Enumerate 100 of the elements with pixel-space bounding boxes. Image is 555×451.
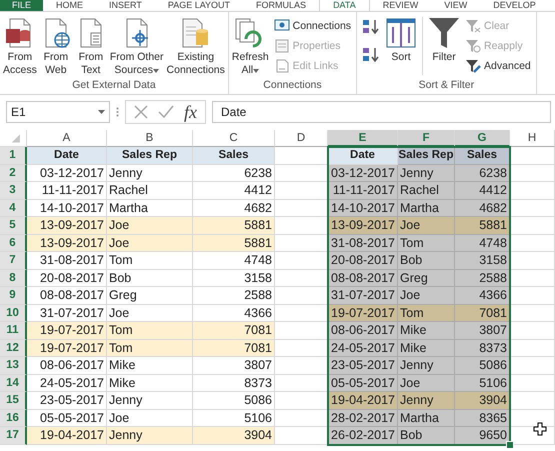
table-cell: 3158	[193, 270, 275, 287]
insert-function-button[interactable]: fx	[184, 102, 197, 122]
sort-descending-icon[interactable]	[362, 47, 380, 63]
table-cell: 24-05-2017	[27, 374, 107, 392]
row-header[interactable]: 11	[0, 322, 27, 340]
ribbon-button[interactable]: Advanced	[463, 57, 533, 75]
table-cell: Jenny	[107, 427, 193, 444]
ribbon-tab[interactable]: REVIEW	[370, 0, 432, 11]
table-cell: 7081	[455, 304, 510, 322]
table-cell: 19-04-2017	[27, 427, 107, 444]
row-header[interactable]: 2	[0, 164, 27, 182]
ribbon-button[interactable]: Filter	[427, 17, 462, 64]
table-cell: Martha	[398, 200, 455, 217]
ribbon-tab[interactable]: FORMULAS	[243, 0, 320, 11]
table-cell: 24-05-2017	[328, 340, 398, 357]
table-cell: 8373	[455, 340, 510, 357]
row-header[interactable]: 9	[0, 287, 27, 304]
table-cell: 8373	[193, 374, 275, 392]
table-cell: 20-08-2017	[27, 270, 107, 287]
row-header[interactable]: 14	[0, 374, 27, 392]
table-cell: Mike	[107, 374, 193, 392]
table-cell: Tom	[398, 234, 455, 252]
sort-ascending-icon[interactable]	[362, 19, 380, 35]
row-header[interactable]: 12	[0, 340, 27, 357]
table-cell: 5881	[193, 217, 275, 234]
table-cell: 19-07-2017	[328, 304, 398, 322]
funnel-refresh-icon	[465, 39, 482, 53]
row-header[interactable]: 10	[0, 304, 27, 322]
ribbon-button[interactable]: Sort	[384, 17, 418, 64]
row-header[interactable]: 1	[0, 147, 27, 164]
ribbon-tab[interactable]: DEVELOP	[480, 0, 549, 11]
column-title-cell: Date	[328, 147, 398, 164]
table-cell: 5086	[455, 357, 510, 374]
column-title-cell: Sales Rep	[398, 147, 455, 164]
ribbon-button[interactable]: Existing Connections	[166, 17, 226, 77]
table-cell: Mike	[398, 340, 455, 357]
row-header[interactable]: 5	[0, 217, 27, 234]
row-header[interactable]: 7	[0, 252, 27, 270]
row-header[interactable]: 15	[0, 392, 27, 410]
table-cell: Jenny	[107, 164, 193, 182]
table-cell: 03-12-2017	[328, 164, 398, 182]
table-cell: Tom	[398, 304, 455, 322]
ribbon-button[interactable]: From Text	[74, 17, 108, 77]
ribbon-button[interactable]: Connections	[272, 17, 354, 35]
group-label: Get External Data	[71, 79, 157, 93]
funnel-pencil-icon	[465, 59, 482, 73]
formula-input[interactable]: Date	[212, 101, 551, 123]
row-header[interactable]: 6	[0, 234, 27, 252]
ribbon-tab[interactable]: HOME	[43, 0, 96, 11]
table-cell: 6238	[193, 164, 275, 182]
table-cell: 7081	[193, 322, 275, 340]
table-cell: Mike	[107, 357, 193, 374]
table-cell: 3158	[455, 252, 510, 270]
table-cell: Joe	[398, 287, 455, 304]
row-header[interactable]: 13	[0, 357, 27, 374]
column-title-cell: Sales	[193, 147, 275, 164]
fill-handle[interactable]	[506, 440, 514, 448]
ribbon-button[interactable]: Refresh All	[230, 17, 270, 77]
column-header[interactable]: E	[328, 130, 398, 147]
table-cell: 19-07-2017	[27, 322, 107, 340]
row-header[interactable]: 8	[0, 270, 27, 287]
table-cell: Joe	[107, 217, 193, 234]
row-header[interactable]: 16	[0, 410, 27, 427]
group-label: Sort & Filter	[418, 79, 476, 93]
row-header[interactable]: 3	[0, 182, 27, 200]
table-cell: Rachel	[398, 182, 455, 200]
table-cell: 6238	[455, 164, 510, 182]
table-cell: 19-04-2017	[328, 392, 398, 410]
grip-icon	[116, 107, 119, 117]
caret-icon	[98, 110, 105, 114]
table-cell: Jenny	[398, 357, 455, 374]
column-header[interactable]: D	[275, 130, 328, 147]
ribbon-button[interactable]: From Web	[38, 17, 73, 77]
column-header[interactable]: B	[107, 130, 193, 147]
ribbon-button[interactable]: From Access	[2, 17, 38, 77]
table-cell: 26-02-2017	[328, 427, 398, 444]
table-cell: Bob	[107, 270, 193, 287]
ribbon-tab[interactable]: INSERT	[96, 0, 155, 11]
group-label: Connections	[262, 79, 323, 93]
table-cell: 23-05-2017	[27, 392, 107, 410]
ribbon-tab[interactable]: PAGE LAYOUT	[154, 0, 244, 11]
column-header[interactable]: H	[510, 130, 555, 147]
row-header[interactable]: 4	[0, 200, 27, 217]
column-header[interactable]: C	[193, 130, 275, 147]
column-header[interactable]: G	[455, 130, 510, 147]
table-cell: Mike	[398, 322, 455, 340]
table-cell: 4412	[455, 182, 510, 200]
column-header[interactable]: F	[398, 130, 455, 147]
ribbon-button[interactable]: From Other Sources	[108, 17, 165, 77]
ribbon-tab[interactable]: DATA	[319, 0, 370, 11]
ribbon-tab[interactable]: VIEW	[431, 0, 480, 11]
name-box[interactable]: E1	[6, 101, 110, 123]
table-cell: 08-08-2017	[328, 270, 398, 287]
ribbon-tab[interactable]: FILE	[0, 0, 44, 11]
row-header[interactable]: 17	[0, 427, 27, 444]
table-cell: 9650	[455, 427, 510, 444]
table-cell: 13-09-2017	[328, 217, 398, 234]
column-header[interactable]: A	[27, 130, 107, 147]
table-cell: 11-11-2017	[27, 182, 107, 200]
table-cell: Joe	[398, 374, 455, 392]
